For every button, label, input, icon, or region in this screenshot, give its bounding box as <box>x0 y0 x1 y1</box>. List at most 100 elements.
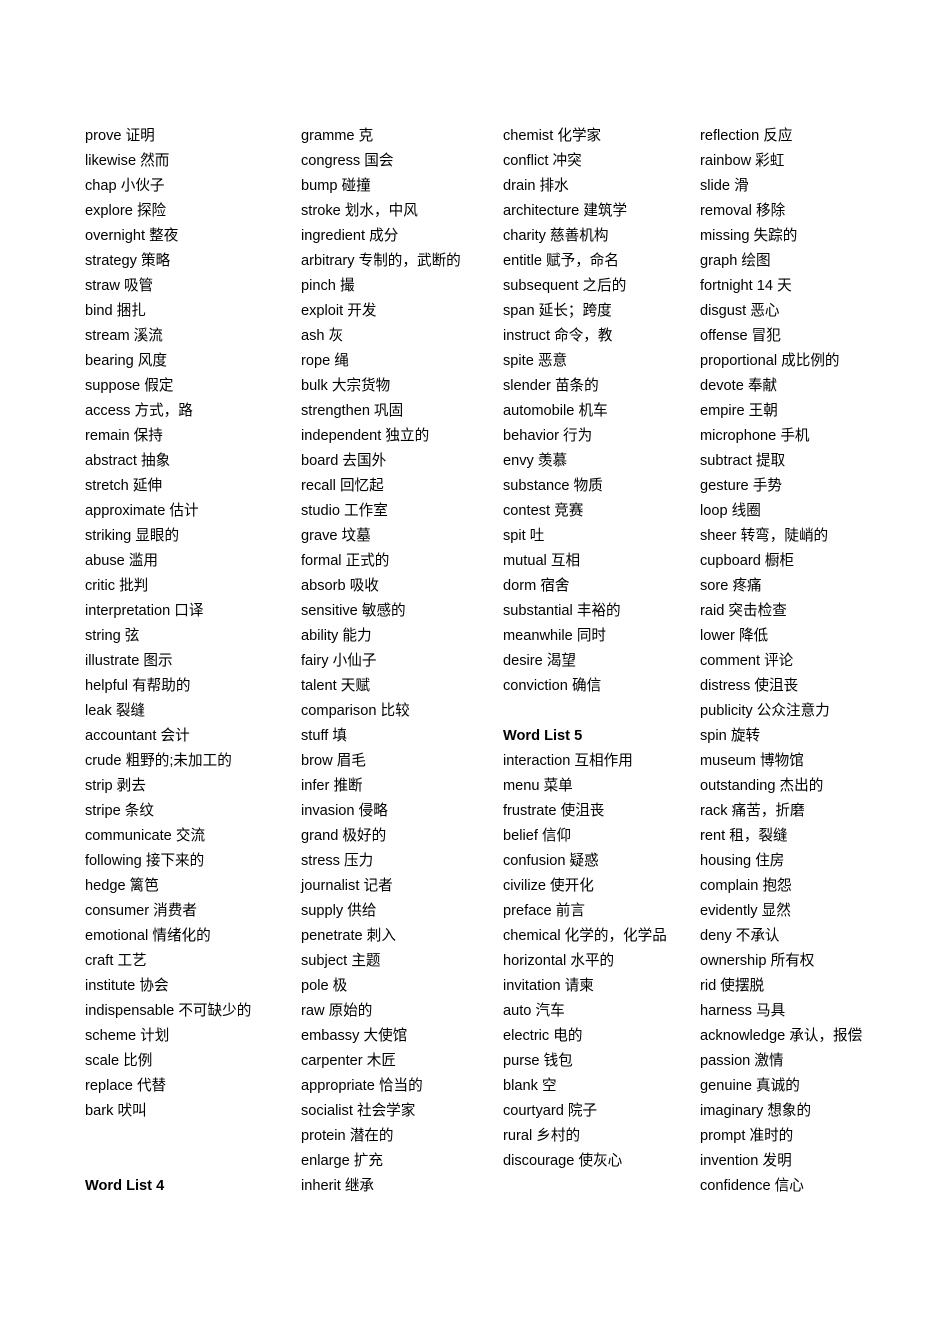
vocabulary-entry: protein 潜在的 <box>301 1124 503 1149</box>
entry-gloss: 奉献 <box>747 378 778 394</box>
vocabulary-entry: journalist 记者 <box>301 874 503 899</box>
entry-gloss: 有帮助的 <box>132 678 191 694</box>
entry-gloss: 冲突 <box>552 153 582 169</box>
entry-gloss: 刺入 <box>366 928 396 944</box>
entry-term: consumer <box>85 903 150 919</box>
vocabulary-entry: consumer 消费者 <box>85 899 301 924</box>
entry-gloss: 然而 <box>140 153 170 169</box>
entry-gloss: 旋转 <box>730 728 761 744</box>
vocabulary-entry: raw 原始的 <box>301 999 503 1024</box>
entry-term: desire <box>503 653 543 669</box>
vocabulary-entry: helpful 有帮助的 <box>85 674 301 699</box>
vocabulary-entry: striking 显眼的 <box>85 524 301 549</box>
vocabulary-entry: disgust 恶心 <box>700 299 920 324</box>
entry-gloss: 化学的，化学品 <box>564 928 667 944</box>
entry-term: belief <box>503 828 538 844</box>
vocabulary-entry: belief 信仰 <box>503 824 700 849</box>
entry-term: reflection <box>700 128 760 144</box>
entry-gloss: 使沮丧 <box>560 803 605 819</box>
entry-term: stuff <box>301 728 329 744</box>
vocabulary-entry: stroke 划水，中风 <box>301 199 503 224</box>
vocabulary-entry: rainbow 彩虹 <box>700 149 920 174</box>
entry-gloss: 汽车 <box>535 1003 565 1019</box>
vocabulary-entry: exploit 开发 <box>301 299 503 324</box>
entry-gloss: 风度 <box>137 353 167 369</box>
vocabulary-entry: prompt 准时的 <box>700 1124 920 1149</box>
vocabulary-entry: fairy 小仙子 <box>301 649 503 674</box>
entry-gloss: 乡村的 <box>536 1128 581 1144</box>
entry-gloss: 前言 <box>555 903 585 919</box>
vocabulary-entry: frustrate 使沮丧 <box>503 799 700 824</box>
entry-gloss: 木匠 <box>366 1053 396 1069</box>
entry-term: spit <box>503 528 526 544</box>
entry-gloss: 吸管 <box>123 278 154 294</box>
column-3: chemist 化学家 conflict 冲突 drain 排水 architectu… <box>503 124 700 1174</box>
vocabulary-entry: prove 证明 <box>85 124 301 149</box>
vocabulary-entry: interaction 互相作用 <box>503 749 700 774</box>
entry-term: gramme <box>301 128 355 144</box>
entry-gloss: 水平的 <box>570 953 615 969</box>
entry-gloss: 捆扎 <box>116 303 146 319</box>
vocabulary-entry: ash 灰 <box>301 324 503 349</box>
entry-term: approximate <box>85 503 166 519</box>
entry-term: rack <box>700 803 728 819</box>
entry-term: institute <box>85 978 136 994</box>
entry-gloss: 成分 <box>369 228 399 244</box>
entry-term: pole <box>301 978 329 994</box>
entry-gloss: 信仰 <box>541 828 572 844</box>
vocabulary-entry: communicate 交流 <box>85 824 301 849</box>
vocabulary-entry: meanwhile 同时 <box>503 624 700 649</box>
vocabulary-entry: scale 比例 <box>85 1049 301 1074</box>
entry-term: absorb <box>301 578 346 594</box>
entry-term: infer <box>301 778 330 794</box>
entry-term: raw <box>301 1003 325 1019</box>
entry-gloss: 承认，报偿 <box>789 1028 863 1044</box>
entry-term: invasion <box>301 803 355 819</box>
entry-gloss: 物质 <box>573 478 603 494</box>
vocabulary-entry: devote 奉献 <box>700 374 920 399</box>
entry-gloss: 移除 <box>755 203 786 219</box>
vocabulary-entry: critic 批判 <box>85 574 301 599</box>
entry-term: crude <box>85 753 122 769</box>
entry-gloss: 公众注意力 <box>756 703 830 719</box>
entry-term: loop <box>700 503 728 519</box>
entry-gloss: 证明 <box>125 128 155 144</box>
vocabulary-entry: chemist 化学家 <box>503 124 700 149</box>
entry-term: behavior <box>503 428 559 444</box>
vocabulary-entry: brow 眉毛 <box>301 749 503 774</box>
entry-gloss: 同时 <box>576 628 607 644</box>
entry-term: frustrate <box>503 803 557 819</box>
vocabulary-entry: penetrate 刺入 <box>301 924 503 949</box>
entry-term: ingredient <box>301 228 366 244</box>
vocabulary-entry: spit 吐 <box>503 524 700 549</box>
entry-term: proportional <box>700 353 778 369</box>
word-list-heading: Word List 5 <box>503 728 583 744</box>
vocabulary-entry: rope 绳 <box>301 349 503 374</box>
vocabulary-entry: craft 工艺 <box>85 949 301 974</box>
entry-gloss: 转弯，陡峭的 <box>740 528 829 544</box>
entry-term: museum <box>700 753 756 769</box>
vocabulary-entry: reflection 反应 <box>700 124 920 149</box>
entry-term: chemical <box>503 928 561 944</box>
entry-term: likewise <box>85 153 137 169</box>
entry-term: comparison <box>301 703 377 719</box>
vocabulary-entry: missing 失踪的 <box>700 224 920 249</box>
entry-term: rope <box>301 353 331 369</box>
entry-gloss: 渴望 <box>546 653 577 669</box>
vocabulary-entry: subject 主题 <box>301 949 503 974</box>
vocabulary-entry: likewise 然而 <box>85 149 301 174</box>
entry-term: following <box>85 853 142 869</box>
vocabulary-entry: access 方式，路 <box>85 399 301 424</box>
entry-term: slender <box>503 378 551 394</box>
entry-gloss: 裂缝 <box>115 703 146 719</box>
entry-gloss: 条纹 <box>124 803 154 819</box>
entry-gloss: 大宗货物 <box>331 378 391 394</box>
vocabulary-entry: cupboard 橱柜 <box>700 549 920 574</box>
entry-gloss: 协会 <box>139 978 169 994</box>
entry-gloss: 恰当的 <box>378 1078 423 1094</box>
entry-gloss: 会计 <box>160 728 190 744</box>
vocabulary-entry: gramme 克 <box>301 124 503 149</box>
entry-term: ash <box>301 328 325 344</box>
vocabulary-entry: pole 极 <box>301 974 503 999</box>
entry-gloss: 估计 <box>169 503 199 519</box>
